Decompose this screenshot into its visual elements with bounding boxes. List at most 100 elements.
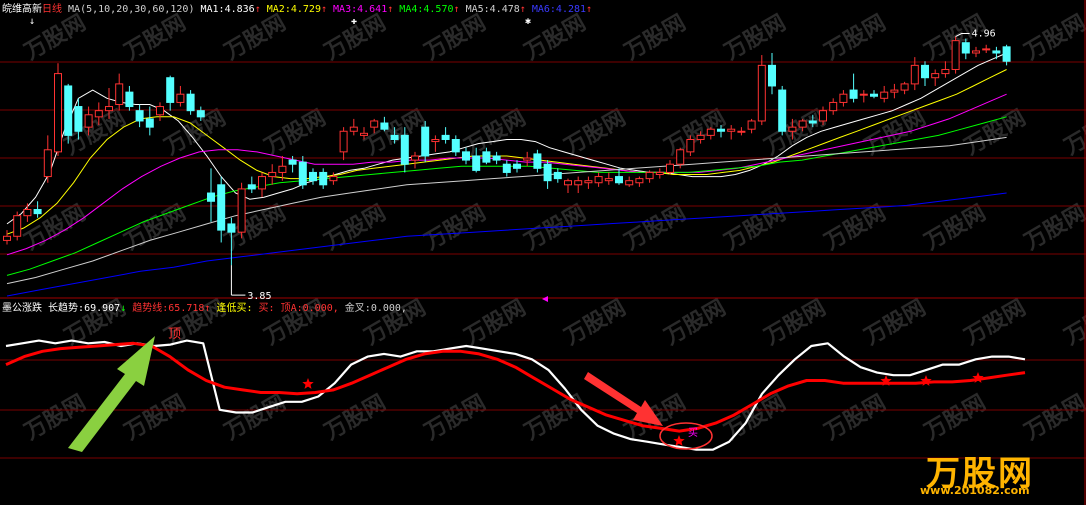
candle-body xyxy=(910,64,919,85)
candle-body xyxy=(696,134,705,140)
candle-body xyxy=(43,149,52,178)
trend-line-value: 65.718 xyxy=(168,303,205,314)
watermark-tile: 万股网 xyxy=(960,296,1031,351)
watermark-tile: 万股网 xyxy=(260,106,331,161)
watermark-tile: 万股网 xyxy=(1020,391,1086,446)
ma6-arrow: ↑ xyxy=(586,4,593,15)
candle-body xyxy=(74,106,83,132)
candle-body xyxy=(666,163,674,173)
top-label: 顶A: xyxy=(280,303,303,314)
candle-body xyxy=(227,223,236,233)
ma-line-ma5 xyxy=(6,136,1007,285)
ma5-value: 4.478 xyxy=(489,4,520,15)
candle-body xyxy=(870,93,878,97)
watermark-tile: 万股网 xyxy=(660,106,731,161)
candle-body xyxy=(298,161,307,186)
buy-marker: 买 xyxy=(688,427,698,439)
candle-body xyxy=(951,40,960,70)
watermark-tile: 万股网 xyxy=(520,391,591,446)
candle-body xyxy=(625,180,634,186)
ma5-label: MA5: xyxy=(465,4,490,15)
candle-body xyxy=(808,120,817,124)
candle-body xyxy=(278,165,287,173)
candle-body xyxy=(94,110,103,118)
stock-chart-window: 万股网 万股网 万股网 万股网 万股网 万股网 万股网 万股网 万股网 万股网 万股网 万股网 万股网万… xyxy=(0,0,1086,505)
header-marker: ↓ xyxy=(29,16,35,27)
candle-body xyxy=(207,192,215,202)
candle-body xyxy=(502,163,511,173)
watermark-url: www.201082.com xyxy=(920,484,1030,497)
buy-star xyxy=(920,375,932,386)
candle-body xyxy=(390,134,399,140)
candle-body xyxy=(859,93,868,96)
candle-body xyxy=(655,171,664,176)
candle-body xyxy=(972,50,980,54)
ma6-label: MA6: xyxy=(531,4,556,15)
ma6-value: 4.281 xyxy=(555,4,587,15)
watermark-tile: 万股网 xyxy=(660,296,731,351)
watermark-tile: 万股网 xyxy=(1020,201,1086,256)
ma2-arrow: ↑ xyxy=(320,4,327,15)
candle-body xyxy=(319,171,328,186)
candle-body xyxy=(584,180,593,184)
ma2-label: MA2: xyxy=(266,4,291,15)
chart-canvas[interactable]: 万股网 万股网 万股网 万股网 万股网 万股网 万股网 万股网 万股网 万股网 万股网万股网 万股网万… xyxy=(0,0,1086,505)
candle-body xyxy=(757,64,766,122)
watermark-tile: 万股网 xyxy=(160,106,231,161)
watermark-tile: 万股网 xyxy=(120,391,191,446)
candle-body xyxy=(941,68,950,75)
golden-label: 金叉: xyxy=(344,303,371,314)
candle-body xyxy=(247,184,256,190)
candle-body xyxy=(145,118,154,128)
candle-body xyxy=(645,171,654,180)
period-label[interactable]: 日线 xyxy=(42,4,62,15)
candle-body xyxy=(54,73,62,153)
watermark-tile: 万股网 xyxy=(460,296,531,351)
low-label: 3.85 xyxy=(247,291,271,302)
high-label: 4.96 xyxy=(972,29,996,40)
watermark-tile: 万股网 xyxy=(560,106,631,161)
watermark-tile: 万股网 xyxy=(320,201,391,256)
watermark-tile: 万股网 xyxy=(420,11,491,66)
candle-body xyxy=(513,163,521,169)
stock-name: 皖维高新 xyxy=(2,4,42,15)
candle-body xyxy=(349,126,358,132)
watermark-tile: 万股网 xyxy=(620,201,691,256)
buy-low-label: 逢低买: xyxy=(216,303,253,314)
candle-body xyxy=(380,122,389,130)
candle-body xyxy=(553,171,562,180)
candle-body xyxy=(564,180,572,186)
ma4-value: 4.570 xyxy=(423,4,454,15)
candle-body xyxy=(156,106,164,116)
candle-body xyxy=(370,120,379,128)
candle-body xyxy=(472,155,481,171)
candle-body xyxy=(451,138,460,153)
ma1-value: 4.836 xyxy=(224,4,255,15)
watermark-tile: 万股网 xyxy=(1060,296,1086,351)
candle-body xyxy=(135,110,144,122)
candle-body xyxy=(64,85,73,136)
candle-body xyxy=(686,138,695,153)
top-marker: 顶 xyxy=(168,327,181,342)
candle-body xyxy=(360,132,368,136)
magenta-marker xyxy=(542,296,548,302)
candle-body xyxy=(717,128,725,132)
candle-body xyxy=(288,159,297,165)
candle-body xyxy=(125,91,134,108)
watermark-tile: 万股网 xyxy=(560,296,631,351)
watermark-tile: 万股网 xyxy=(960,106,1031,161)
watermark-tile: 万股网 xyxy=(720,11,791,66)
indicator-name: 墨公涨跌 xyxy=(2,303,42,314)
lower-header: 墨公涨跌 长趋势:69.907↓ 趋势线:65.718↑ 逢低买: 买: 顶A:… xyxy=(2,303,407,315)
watermark-tile: 万股网 xyxy=(460,106,531,161)
candle-body xyxy=(900,83,909,91)
candle-body xyxy=(482,151,491,163)
candle-body xyxy=(329,176,338,182)
ma-line-ma6 xyxy=(6,192,1007,297)
candle-body xyxy=(105,106,113,112)
buy-label: 买: xyxy=(258,303,275,314)
candle-body xyxy=(23,209,32,217)
candle-body xyxy=(921,64,929,79)
candle-body xyxy=(13,215,22,237)
watermark-tile: 万股网 xyxy=(920,201,991,256)
